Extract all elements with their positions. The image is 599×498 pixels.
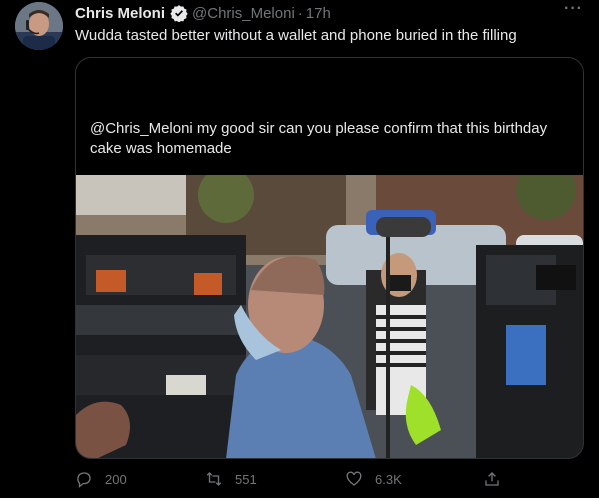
reply-icon (77, 472, 91, 488)
quoted-tweet[interactable]: @Chris_Meloni my good sir can you please… (75, 57, 584, 459)
tweet-timestamp[interactable]: 17h (306, 5, 331, 22)
author-name[interactable]: Chris Meloni (75, 5, 165, 22)
share-icon (485, 472, 499, 486)
retweet-icon (206, 472, 222, 486)
separator-dot: · (297, 4, 303, 22)
reply-count: 200 (105, 471, 127, 487)
heart-icon (346, 471, 362, 486)
reply-button[interactable]: 200 (75, 470, 127, 488)
retweet-button[interactable]: 551 (205, 470, 257, 488)
like-button[interactable]: 6.3K (345, 470, 402, 488)
quoted-tweet-photo[interactable] (76, 175, 583, 458)
quoted-tweet-text: @Chris_Meloni my good sir can you please… (90, 120, 548, 157)
tweet-actions: 200 551 6.3K (75, 470, 585, 494)
verified-badge-icon (170, 5, 188, 22)
tweet-text: Wudda tasted better without a wallet and… (75, 27, 517, 44)
share-button[interactable] (483, 470, 501, 488)
like-count: 6.3K (375, 471, 402, 487)
avatar[interactable] (15, 2, 63, 50)
tweet-header: Chris Meloni @Chris_Meloni · 17h (75, 3, 587, 23)
retweet-count: 551 (235, 471, 257, 487)
author-handle[interactable]: @Chris_Meloni (192, 5, 295, 22)
more-options-icon[interactable]: ··· (564, 0, 583, 18)
